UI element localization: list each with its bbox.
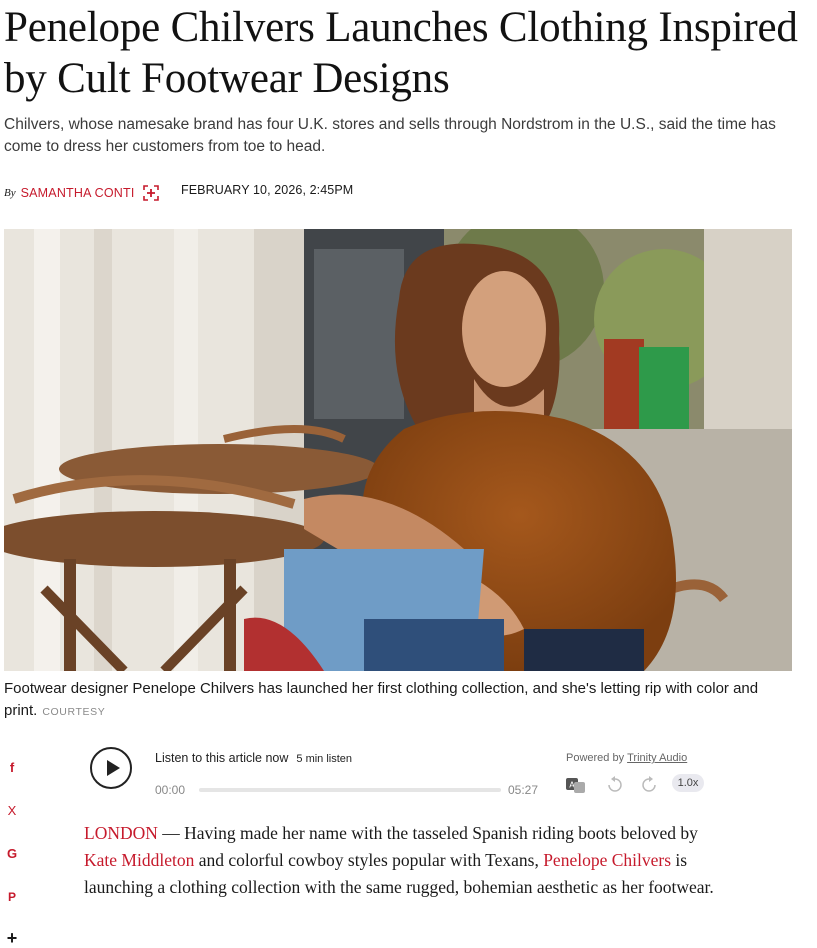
listen-text: Listen to this article now — [155, 751, 289, 765]
forward-icon[interactable] — [640, 776, 658, 794]
provider-link[interactable]: Trinity Audio — [627, 752, 687, 764]
link-penelope-chilvers[interactable]: Penelope Chilvers — [543, 850, 671, 870]
article-dek: Chilvers, whose namesake brand has four … — [4, 116, 776, 155]
author-link[interactable]: SAMANTHA CONTI — [21, 186, 135, 200]
listen-duration: 5 min listen — [296, 753, 353, 765]
x-icon[interactable]: X — [4, 803, 20, 819]
image-caption: Footwear designer Penelope Chilvers has … — [4, 678, 804, 723]
follow-author-icon[interactable] — [142, 185, 159, 201]
body-text-2: and colorful cowboy styles popular with … — [194, 850, 544, 870]
current-time: 00:00 — [155, 783, 186, 797]
article-body: LONDON — Having made her name with the t… — [84, 820, 724, 901]
photo-credit: COURTESY — [42, 706, 106, 718]
total-time: 05:27 — [508, 783, 539, 797]
powered-by-label: Powered by — [566, 752, 625, 764]
hero-image — [4, 229, 792, 671]
byline-prefix: By — [4, 187, 16, 199]
powered-by: Powered by Trinity Audio — [566, 752, 687, 764]
rewind-icon[interactable] — [606, 776, 624, 794]
facebook-icon[interactable]: f — [4, 760, 20, 776]
translate-icon[interactable]: A — [566, 776, 586, 794]
publish-date: FEBRUARY 10, 2026, 2:45PM — [181, 183, 354, 197]
progress-bar[interactable] — [199, 788, 501, 792]
audio-player: Listen to this article now 5 min listen 0… — [82, 742, 712, 802]
caption-text: Footwear designer Penelope Chilvers has … — [4, 680, 759, 719]
listen-label: Listen to this article now 5 min listen — [155, 751, 352, 765]
play-button[interactable] — [90, 747, 132, 789]
plus-icon[interactable]: + — [4, 929, 20, 947]
dateline: LONDON — [84, 823, 158, 843]
speed-button[interactable]: 1.0x — [672, 774, 704, 792]
article-headline: Penelope Chilvers Launches Clothing Insp… — [4, 4, 798, 102]
byline: By SAMANTHA CONTI — [4, 183, 159, 203]
link-kate-middleton[interactable]: Kate Middleton — [84, 850, 194, 870]
body-text-1: — Having made her name with the tasseled… — [157, 823, 698, 843]
google-icon[interactable]: G — [4, 846, 20, 862]
pinterest-icon[interactable]: P — [4, 889, 20, 905]
